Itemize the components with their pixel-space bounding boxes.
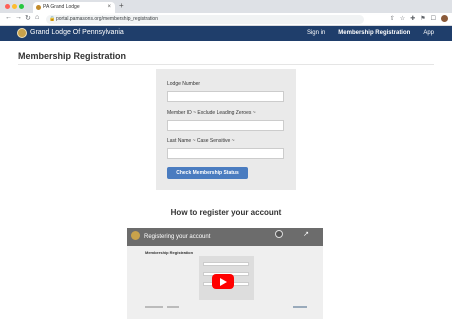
forward-icon[interactable]: →: [15, 14, 22, 21]
tutorial-video-player[interactable]: Membership Registration Registering your…: [127, 228, 323, 319]
site-brand[interactable]: Grand Lodge Of Pennsylvania: [30, 29, 124, 36]
home-icon[interactable]: ⌂: [35, 14, 39, 21]
browser-toolbar: ← → ↻ ⌂ 🔒 portal.pamasons.org/membership…: [0, 13, 452, 26]
video-inner-footer: [145, 306, 163, 308]
address-bar[interactable]: 🔒 portal.pamasons.org/membership_registr…: [46, 15, 364, 24]
lodge-number-label: Lodge Number: [167, 81, 201, 87]
browser-tab-bar: PA Grand Lodge × +: [0, 0, 452, 13]
last-name-input[interactable]: [167, 148, 284, 159]
reading-list-icon[interactable]: ⚑: [420, 15, 425, 22]
reload-icon[interactable]: ↻: [25, 14, 31, 22]
window-close-button[interactable]: [5, 4, 10, 9]
back-icon[interactable]: ←: [5, 14, 12, 21]
bookmark-star-icon[interactable]: ☆: [400, 15, 405, 22]
last-name-label: Last Name ~ Case Sensitive ~: [167, 138, 235, 144]
tab-close-icon[interactable]: ×: [107, 2, 111, 13]
video-inner-footer: [167, 306, 179, 308]
sidebar-icon[interactable]: ☐: [431, 15, 436, 22]
registration-form: Lodge Number Member ID ~ Exclude Leading…: [156, 69, 296, 190]
window-maximize-button[interactable]: [19, 4, 24, 9]
check-membership-status-button[interactable]: Check Membership Status: [167, 167, 248, 179]
howto-heading: How to register your account: [170, 208, 282, 217]
share-icon[interactable]: ↗: [303, 230, 309, 238]
channel-avatar[interactable]: [131, 231, 140, 240]
member-id-label: Member ID ~ Exclude Leading Zeroes ~: [167, 110, 256, 116]
video-title[interactable]: Registering your account: [144, 234, 210, 240]
watch-later-icon[interactable]: [275, 230, 283, 238]
lodge-number-input[interactable]: [167, 91, 284, 102]
nav-link-app[interactable]: App: [423, 30, 434, 36]
tab-title: PA Grand Lodge: [43, 4, 80, 10]
browser-tab[interactable]: PA Grand Lodge ×: [33, 2, 115, 13]
extensions-icon[interactable]: ✚: [410, 15, 415, 22]
toolbar-icons: ⇧ ☆ ✚ ⚑ ☐: [390, 15, 448, 22]
profile-avatar[interactable]: [441, 15, 448, 22]
nav-link-sign-in[interactable]: Sign in: [307, 30, 325, 36]
video-inner-heading: Membership Registration: [145, 250, 194, 255]
video-title-bar: Registering your account ↗: [127, 228, 323, 246]
nav-links: Sign in Membership Registration App: [307, 30, 434, 36]
favicon-icon: [36, 5, 41, 10]
video-inner-field: [203, 262, 249, 266]
grand-lodge-seal-icon[interactable]: [17, 28, 27, 38]
new-tab-button[interactable]: +: [119, 1, 124, 10]
video-inner-footer: [293, 306, 307, 308]
member-id-input[interactable]: [167, 120, 284, 131]
nav-link-membership-registration[interactable]: Membership Registration: [338, 30, 410, 36]
play-button-icon[interactable]: [212, 274, 234, 289]
site-navbar: Grand Lodge Of Pennsylvania Sign in Memb…: [0, 26, 452, 41]
share-page-icon[interactable]: ⇧: [390, 15, 395, 22]
title-divider: [18, 64, 434, 65]
url-text: portal.pamasons.org/membership_registrat…: [56, 16, 158, 22]
page-title: Membership Registration: [18, 51, 127, 61]
window-minimize-button[interactable]: [12, 4, 17, 9]
lock-icon: 🔒: [49, 16, 56, 22]
